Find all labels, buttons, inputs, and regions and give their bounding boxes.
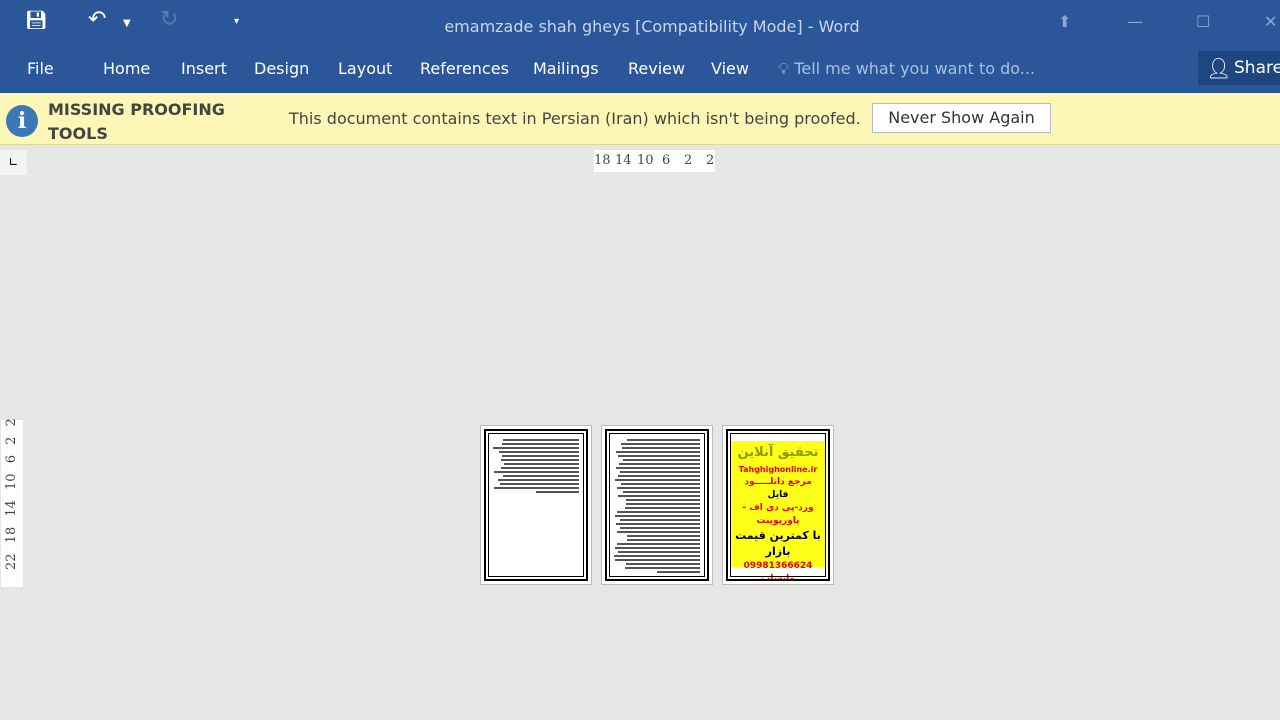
text-line (618, 495, 700, 497)
text-line (536, 491, 579, 493)
ruler-tick: 18 (594, 153, 611, 168)
text-line (494, 487, 579, 489)
tab-references[interactable]: References (420, 59, 509, 78)
page-thumbnail-3[interactable]: تحقیق آنلاین Tahghighonline.ir مرجع دانل… (722, 425, 834, 585)
ruler-tick: 14 (615, 153, 632, 168)
ruler-tick: 6 (662, 153, 670, 168)
tab-layout[interactable]: Layout (338, 59, 392, 78)
text-line (617, 531, 700, 533)
text-line (502, 455, 579, 457)
minimize-icon[interactable]: — (1127, 12, 1143, 31)
text-line (503, 439, 579, 441)
tab-view[interactable]: View (711, 59, 749, 78)
ad-title: تحقیق آنلاین (731, 443, 825, 463)
tab-review[interactable]: Review (628, 59, 685, 78)
text-line (615, 479, 700, 481)
text-line (623, 459, 700, 461)
person-add-icon: 👤︎ (1206, 56, 1231, 80)
horizontal-ruler[interactable]: 18 14 10 6 2 2 (594, 150, 715, 172)
share-button[interactable]: 👤︎ Share (1198, 51, 1280, 85)
window-title: emamzade shah gheys [Compatibility Mode]… (0, 17, 1280, 36)
text-line (626, 563, 700, 565)
text-line (620, 471, 700, 473)
text-line (625, 567, 700, 569)
text-line (617, 543, 700, 545)
page-content: تحقیق آنلاین Tahghighonline.ir مرجع دانل… (726, 429, 830, 581)
text-line (620, 519, 700, 521)
vertical-ruler[interactable]: 22 18 14 10 6 2 2 (1, 420, 23, 587)
ad-line: مرجع دانلـــــود (731, 476, 825, 489)
ad-line: ورد-پی دی اف - پاورپوینت (731, 502, 825, 528)
text-line (618, 475, 700, 477)
text-line (621, 483, 700, 485)
text-line (621, 443, 700, 445)
message-text: This document contains text in Persian (… (289, 109, 861, 128)
page-thumbnail-2[interactable] (601, 425, 713, 585)
text-line (616, 451, 700, 453)
never-show-again-button[interactable]: Never Show Again (872, 103, 1051, 133)
message-bar: i MISSING PROOFING TOOLS This document c… (0, 93, 1280, 145)
text-line (501, 459, 579, 461)
ad-phone: 09981366624 واتساپ (731, 560, 825, 581)
text-line (615, 547, 700, 549)
text-line (620, 527, 700, 529)
text-line (502, 443, 579, 445)
text-line (618, 551, 700, 553)
page-content (484, 429, 588, 581)
text-line (623, 491, 700, 493)
text-line (619, 463, 700, 465)
page-thumbnail-1[interactable] (480, 425, 592, 585)
ad-site: Tahghighonline.ir (731, 463, 825, 476)
text-line (616, 523, 700, 525)
text-line (617, 511, 700, 513)
title-bar: 💾︎ ↶ ▼ ↻ ▾ emamzade shah gheys [Compatib… (0, 0, 1280, 50)
page-content (605, 429, 709, 581)
text-line (626, 503, 700, 505)
text-line (615, 515, 700, 517)
tell-me-search[interactable]: 💡︎ Tell me what you want to do... (778, 59, 1035, 79)
ruler-tick: 10 (637, 153, 654, 168)
text-line (627, 439, 700, 441)
tab-design[interactable]: Design (254, 59, 309, 78)
ad-line: با کمترین قیمت بازار (731, 528, 825, 560)
tab-insert[interactable]: Insert (181, 59, 227, 78)
text-line (615, 559, 700, 561)
info-icon: i (6, 105, 38, 137)
text-line (500, 483, 579, 485)
ribbon-display-options-icon[interactable]: ⬆ (1058, 12, 1071, 31)
ribbon-tabs: File Home Insert Design Layout Reference… (0, 50, 1280, 93)
text-line (503, 475, 579, 477)
close-icon[interactable]: ✕ (1264, 12, 1277, 31)
vertical-ruler-ticks: 22 18 14 10 6 2 2 (4, 418, 19, 570)
text-line (499, 451, 579, 453)
message-title: MISSING PROOFING TOOLS (48, 98, 248, 146)
tab-home[interactable]: Home (103, 59, 150, 78)
text-line (627, 539, 700, 541)
text-line (625, 507, 700, 509)
text-line (504, 463, 579, 465)
text-line (616, 467, 700, 469)
text-line (614, 555, 700, 557)
text-line (494, 471, 579, 473)
tell-me-text: Tell me what you want to do... (794, 59, 1035, 78)
ruler-tick: 2 (684, 153, 692, 168)
advertisement-image: تحقیق آنلاین Tahghighonline.ir مرجع دانل… (731, 441, 825, 567)
share-label: Share (1234, 58, 1280, 78)
ruler-tick: 2 (706, 153, 714, 168)
tab-mailings[interactable]: Mailings (533, 59, 599, 78)
text-line (622, 447, 700, 449)
tab-file[interactable]: File (27, 59, 54, 78)
text-line (657, 571, 700, 573)
text-line (501, 467, 579, 469)
text-line (618, 455, 700, 457)
maximize-icon[interactable]: ☐ (1196, 12, 1210, 31)
text-line (627, 535, 700, 537)
tab-selector[interactable]: ∟ (0, 150, 27, 175)
text-line (626, 499, 700, 501)
ad-line: فایل (731, 489, 825, 502)
lightbulb-icon: 💡︎ (778, 59, 794, 78)
text-line (498, 479, 579, 481)
text-line (493, 447, 579, 449)
text-line (617, 487, 700, 489)
